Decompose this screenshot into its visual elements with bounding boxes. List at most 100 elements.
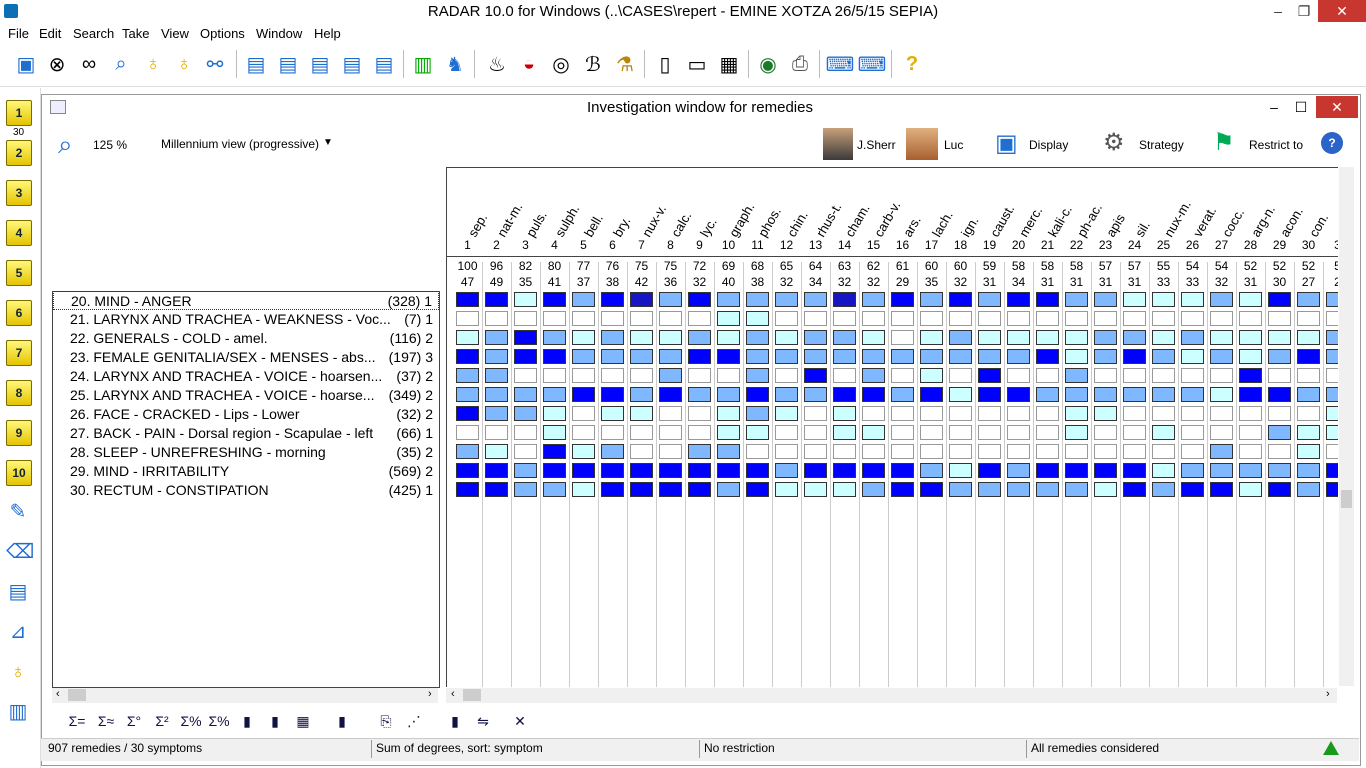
grade-cell[interactable]	[978, 387, 1001, 402]
grade-cell[interactable]	[1210, 482, 1233, 497]
grade-cell[interactable]	[659, 482, 682, 497]
grade-cell[interactable]	[833, 311, 856, 326]
grade-cell[interactable]	[456, 311, 479, 326]
grade-cell[interactable]	[1268, 349, 1291, 364]
grade-cell[interactable]	[775, 406, 798, 421]
grade-cell[interactable]	[630, 406, 653, 421]
grade-cell[interactable]	[572, 368, 595, 383]
grade-cell[interactable]	[572, 349, 595, 364]
grade-cell[interactable]	[833, 368, 856, 383]
export-icon[interactable]: ⇋	[472, 713, 494, 730]
sum-equal-icon[interactable]: Σ=	[66, 713, 88, 729]
grade-cell[interactable]	[543, 292, 566, 307]
grade-cell[interactable]	[514, 349, 537, 364]
grade-cell[interactable]	[456, 444, 479, 459]
grade-cell[interactable]	[1065, 444, 1088, 459]
grade-cell[interactable]	[833, 349, 856, 364]
grade-cell[interactable]	[1123, 444, 1146, 459]
grade-cell[interactable]	[1152, 482, 1175, 497]
grade-cell[interactable]	[1239, 330, 1262, 345]
remedy-grid[interactable]: sep. 1 100 47 nat-m. 2 96 49 puls. 3 82 35 sulph. 4 80…	[446, 167, 1338, 687]
scroll-left-icon[interactable]: ‹	[451, 688, 455, 700]
grade-cell[interactable]	[601, 387, 624, 402]
sidebar-take-8-button[interactable]: 8	[6, 380, 32, 406]
list-item[interactable]: 27. BACK - PAIN - Dorsal region - Scapul…	[53, 424, 439, 443]
grade-cell[interactable]	[688, 387, 711, 402]
remedy-name[interactable]: caust.	[987, 202, 1017, 240]
grade-cell[interactable]	[746, 368, 769, 383]
grade-cell[interactable]	[1181, 463, 1204, 478]
scroll-right-icon[interactable]: ›	[428, 688, 432, 700]
grade-cell[interactable]	[630, 311, 653, 326]
grade-cell[interactable]	[572, 482, 595, 497]
grade-cell[interactable]	[659, 406, 682, 421]
grade-cell[interactable]	[1152, 349, 1175, 364]
sidebar-take-4-button[interactable]: 4	[6, 220, 32, 246]
grade-cell[interactable]	[891, 406, 914, 421]
grade-cell[interactable]	[456, 463, 479, 478]
grade-cell[interactable]	[920, 482, 943, 497]
grade-cell[interactable]	[1065, 349, 1088, 364]
grade-cell[interactable]	[949, 444, 972, 459]
grade-cell[interactable]	[717, 349, 740, 364]
grade-cell[interactable]	[1268, 368, 1291, 383]
grade-cell[interactable]	[1239, 425, 1262, 440]
grade-cell[interactable]	[485, 330, 508, 345]
grade-cell[interactable]	[456, 330, 479, 345]
list-item[interactable]: 25. LARYNX AND TRACHEA - VOICE - hoarse.…	[53, 386, 439, 405]
grade-cell[interactable]	[891, 387, 914, 402]
grade-cell[interactable]	[1181, 330, 1204, 345]
grade-cell[interactable]	[572, 444, 595, 459]
grade-cell[interactable]	[572, 311, 595, 326]
grade-cell[interactable]	[775, 387, 798, 402]
grade-cell[interactable]	[514, 292, 537, 307]
grade-cell[interactable]	[601, 311, 624, 326]
grade-cell[interactable]	[1123, 482, 1146, 497]
new-case-icon[interactable]: ▣	[14, 51, 38, 77]
remedy-name[interactable]: verat.	[1190, 204, 1219, 240]
sum-squared-icon[interactable]: Σ²	[151, 713, 173, 729]
grade-cell[interactable]	[775, 349, 798, 364]
grade-cell[interactable]	[659, 368, 682, 383]
grade-cell[interactable]	[1181, 444, 1204, 459]
grade-cell[interactable]	[1007, 311, 1030, 326]
grade-cell[interactable]	[659, 311, 682, 326]
grade-cell[interactable]	[601, 368, 624, 383]
remedy-name[interactable]: con.	[1306, 211, 1331, 240]
grade-cell[interactable]	[862, 368, 885, 383]
grade-cell[interactable]	[514, 330, 537, 345]
avatar-luc[interactable]	[906, 128, 938, 160]
grade-cell[interactable]	[1065, 425, 1088, 440]
take-1-icon[interactable]: ▤	[244, 51, 268, 77]
sidebar-take-7-button[interactable]: 7	[6, 340, 32, 366]
grade-cell[interactable]	[862, 406, 885, 421]
grade-cell[interactable]	[1297, 463, 1320, 478]
sum-percent-153-icon[interactable]: Σ%	[208, 713, 230, 729]
grade-cell[interactable]	[514, 482, 537, 497]
sidebar-take-6-button[interactable]: 6	[6, 300, 32, 326]
grade-cell[interactable]	[630, 330, 653, 345]
grade-cell[interactable]	[456, 406, 479, 421]
grade-cell[interactable]	[1297, 387, 1320, 402]
grade-cell[interactable]	[601, 406, 624, 421]
grade-cell[interactable]	[1210, 368, 1233, 383]
grade-cell[interactable]	[891, 349, 914, 364]
list-item[interactable]: 29. MIND - IRRITABILITY (569) 2	[53, 462, 439, 481]
list-item[interactable]: 23. FEMALE GENITALIA/SEX - MENSES - abs.…	[53, 348, 439, 367]
grade-cell[interactable]	[572, 463, 595, 478]
grade-cell[interactable]	[456, 387, 479, 402]
grade-cell[interactable]	[601, 349, 624, 364]
grade-cell[interactable]	[543, 463, 566, 478]
remedy-name[interactable]: ars.	[900, 213, 924, 239]
take-5-icon[interactable]: ▤	[372, 51, 396, 77]
grade-cell[interactable]	[1297, 406, 1320, 421]
grade-cell[interactable]	[1065, 463, 1088, 478]
grade-cell[interactable]	[1036, 368, 1059, 383]
grade-cell[interactable]	[1181, 482, 1204, 497]
grade-cell[interactable]	[1326, 444, 1338, 459]
grade-cell[interactable]	[1326, 482, 1338, 497]
grade-cell[interactable]	[1326, 425, 1338, 440]
remedy-name[interactable]: sulph.	[552, 202, 582, 240]
grade-cell[interactable]	[630, 368, 653, 383]
grade-cell[interactable]	[1152, 311, 1175, 326]
